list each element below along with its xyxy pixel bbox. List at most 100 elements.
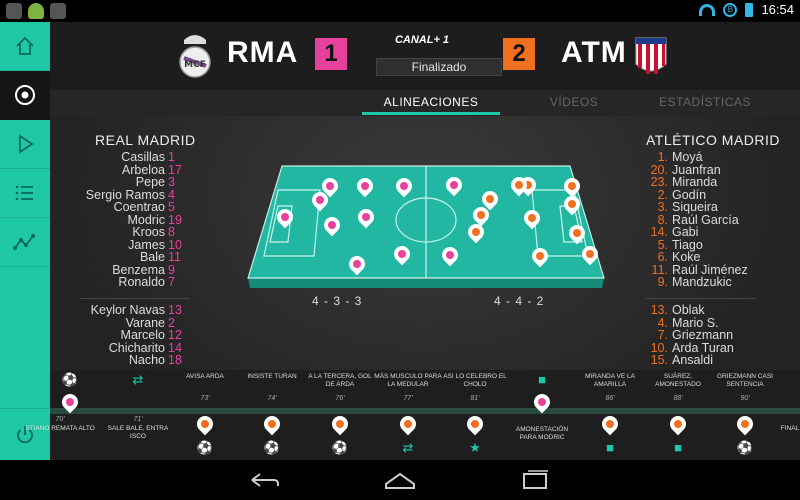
player-name: Siqueira	[672, 200, 718, 214]
player-row[interactable]: Moyá 1.	[646, 151, 786, 164]
player-name: Nacho	[128, 353, 165, 367]
player-row[interactable]: Pepe 3	[60, 176, 190, 189]
timeline-minute: 74'	[267, 395, 277, 402]
cards-icon[interactable]: ■	[643, 440, 713, 455]
player-row[interactable]: Kroos 8	[60, 226, 190, 239]
back-icon	[251, 473, 279, 487]
timeline-event-label[interactable]: GRIEZMANN CASI SENTENCIA	[710, 373, 780, 388]
away-event-marker[interactable]	[463, 412, 487, 436]
sidebar-item-home[interactable]	[0, 22, 50, 71]
player-row[interactable]: Bale 11	[60, 251, 190, 264]
away-event-marker[interactable]	[328, 412, 352, 436]
player-row[interactable]: Siqueira 3.	[646, 201, 786, 214]
player-row[interactable]: Gabi 14.	[646, 226, 786, 239]
timeline-minute: 77'	[403, 395, 413, 402]
timeline-event-label[interactable]: ASI LO CELEBRO EL CHOLO	[440, 373, 510, 388]
soccer-ball-icon	[15, 85, 35, 105]
recents-icon	[523, 470, 548, 489]
timeline-event-label[interactable]: FINAL	[755, 425, 800, 433]
player-row[interactable]: Coentrao 5	[60, 201, 190, 214]
player-name: Kroos	[132, 225, 165, 239]
wifi-icon	[699, 3, 716, 16]
cards-icon[interactable]: ■	[575, 440, 645, 455]
tab-lineups[interactable]: ALINEACIONES	[362, 95, 500, 109]
cards-icon[interactable]: ■	[507, 372, 577, 387]
list-icon	[15, 185, 33, 201]
timeline-event-label[interactable]: MÁS MUSCULO PARA LA MEDULAR	[373, 373, 443, 388]
player-name: Ronaldo	[118, 275, 165, 289]
player-number: 3.	[657, 200, 668, 214]
home-team-code: RMA	[227, 36, 299, 69]
player-name: Koke	[672, 250, 701, 264]
timeline-event-label[interactable]: INSISTE TURAN	[237, 373, 307, 381]
away-event-marker[interactable]	[193, 412, 217, 436]
away-score: 2	[503, 38, 535, 70]
player-row[interactable]: Casillas 1	[60, 151, 190, 164]
player-number: 15.	[650, 353, 668, 367]
timeline-event-label[interactable]: A LA TERCERA, GOL DE ARDA	[305, 373, 375, 388]
timeline-event-label[interactable]: Amonestación para Modric	[507, 426, 577, 441]
player-number: 13	[168, 303, 182, 317]
broadcaster-label: CANAL+ 1	[394, 34, 450, 46]
stats-line-icon	[13, 234, 35, 250]
home-team-name: REAL MADRID	[95, 132, 196, 148]
match-status-badge: Finalizado	[376, 58, 502, 76]
player-row[interactable]: Miranda 23.	[646, 176, 786, 189]
timeline-minute: 88'	[673, 395, 683, 402]
player-row[interactable]: Koke 6.	[646, 251, 786, 264]
player-number: 23.	[650, 175, 668, 189]
away-event-marker[interactable]	[666, 412, 690, 436]
player-row[interactable]: Ronaldo 7	[60, 276, 190, 289]
player-row[interactable]: Keylor Navas 13	[60, 304, 190, 317]
player-row[interactable]: Oblak 13.	[646, 304, 786, 317]
sidebar-item-stats[interactable]	[0, 218, 50, 267]
player-number: 6.	[657, 250, 668, 264]
ball-icon[interactable]: ⚽	[305, 440, 375, 456]
timeline-event-label[interactable]: AVISA ARDA	[170, 373, 240, 381]
match-timeline[interactable]: ⚽ ⇄ AVISA ARDA 73' INSISTE TURAN 74' A LA TERC…	[25, 370, 800, 460]
home-score: 1	[315, 38, 347, 70]
player-row[interactable]: Griezmann 7.	[646, 329, 786, 342]
tab-stats[interactable]: ESTADÍSTICAS	[650, 95, 760, 109]
android-notification-icon	[28, 3, 44, 19]
real-madrid-crest-icon: MCF	[179, 35, 211, 78]
home-starters-list: Casillas 1 Arbeloa 17 Pepe 3 Sergio Ramos 4 Coen…	[60, 151, 190, 289]
away-event-marker[interactable]	[260, 412, 284, 436]
player-row[interactable]: Ansaldi 15.	[646, 354, 786, 367]
player-number: 3	[168, 175, 175, 189]
whistle-ball-icon[interactable]: ⚽	[237, 440, 307, 456]
away-event-marker[interactable]	[733, 412, 757, 436]
substitution-icon[interactable]: ⇄	[103, 372, 173, 388]
player-row[interactable]: Nacho 18	[60, 354, 190, 367]
tab-bar: ALINEACIONES VÍDEOS ESTADÍSTICAS	[50, 90, 800, 116]
home-subs-list: Keylor Navas 13 Varane 2 Marcelo 12 Chicharito…	[60, 304, 190, 367]
away-team-name: ATLÉTICO MADRID	[646, 132, 781, 148]
away-event-marker[interactable]	[598, 412, 622, 436]
sidebar-item-list[interactable]	[0, 169, 50, 218]
player-number: 14.	[650, 225, 668, 239]
divider	[646, 298, 756, 299]
whistle-ball-icon[interactable]: ⚽	[170, 440, 240, 456]
back-button[interactable]	[248, 468, 282, 492]
whistle-ball-icon[interactable]: ⚽	[35, 372, 105, 388]
sidebar-item-videos[interactable]	[0, 120, 50, 169]
recents-button[interactable]	[518, 468, 552, 492]
player-name: Casillas	[121, 150, 165, 164]
timeline-event-label[interactable]: SUÁREZ, AMONESTADO	[643, 373, 713, 388]
goal-star-icon[interactable]: ★	[440, 440, 510, 456]
timeline-event-label[interactable]: MIRANDA VE LA AMARILLA	[575, 373, 645, 388]
player-number: 13.	[650, 303, 668, 317]
whistle-ball-icon[interactable]: ⚽	[710, 440, 780, 456]
tab-videos[interactable]: VÍDEOS	[514, 95, 634, 109]
player-row[interactable]: Marcelo 12	[60, 329, 190, 342]
timeline-event-label[interactable]: STIANO REMATA ALTO	[25, 425, 95, 433]
player-number: 5	[168, 200, 175, 214]
player-name: Pepe	[135, 175, 165, 189]
player-row[interactable]: Mandzukic 9.	[646, 276, 786, 289]
timeline-minute: 76'	[335, 395, 345, 402]
substitution-icon[interactable]: ⇄	[373, 440, 443, 456]
timeline-event-label[interactable]: SALE BALE, ENTRA ISCO	[103, 425, 173, 440]
away-event-marker[interactable]	[396, 412, 420, 436]
sidebar-item-match[interactable]	[0, 71, 50, 120]
home-button[interactable]	[383, 468, 417, 492]
